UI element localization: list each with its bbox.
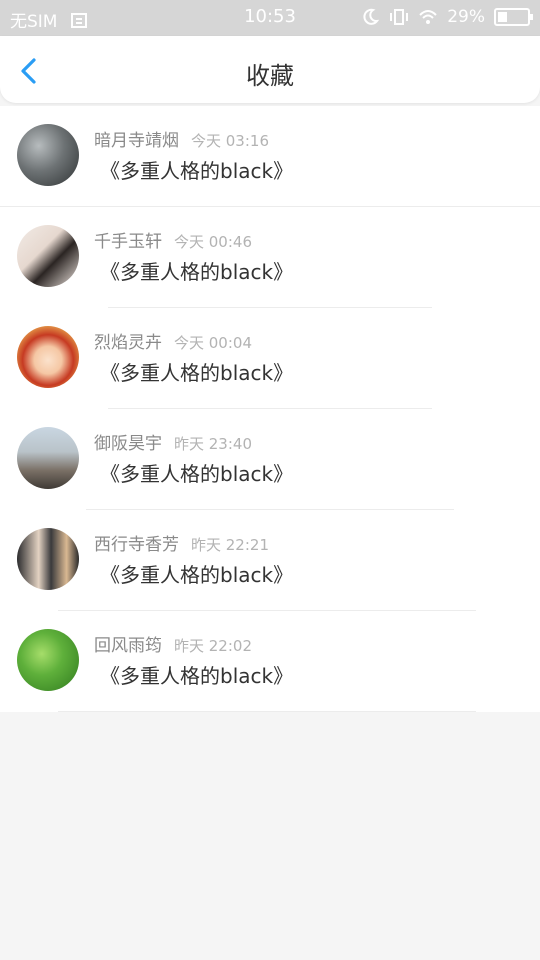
divider: [58, 711, 476, 712]
timestamp: 今天 00:46: [174, 233, 252, 251]
list-item[interactable]: 千手玉轩 今天 00:46 《多重人格的black》: [0, 207, 540, 308]
list-item[interactable]: 西行寺香芳 昨天 22:21 《多重人格的black》: [0, 510, 540, 611]
list-item[interactable]: 回风雨筠 昨天 22:02 《多重人格的black》: [0, 611, 540, 712]
timestamp: 今天 00:04: [174, 334, 252, 352]
timestamp: 今天 03:16: [191, 132, 269, 150]
avatar[interactable]: [17, 427, 79, 489]
nav-bar: 收藏: [0, 36, 540, 103]
battery-icon: [494, 8, 533, 26]
avatar[interactable]: [17, 225, 79, 287]
user-name[interactable]: 暗月寺靖烟: [94, 131, 179, 151]
list-item[interactable]: 烈焰灵卉 今天 00:04 《多重人格的black》: [0, 308, 540, 409]
user-name[interactable]: 西行寺香芳: [94, 535, 179, 555]
user-name[interactable]: 回风雨筠: [94, 636, 162, 656]
timestamp: 昨天 22:02: [174, 637, 252, 655]
timestamp: 昨天 23:40: [174, 435, 252, 453]
favorite-title[interactable]: 《多重人格的black》: [100, 256, 293, 285]
list-item[interactable]: 暗月寺靖烟 今天 03:16 《多重人格的black》: [0, 106, 540, 207]
avatar[interactable]: [17, 124, 79, 186]
favorite-title[interactable]: 《多重人格的black》: [100, 458, 293, 487]
favorite-title[interactable]: 《多重人格的black》: [100, 155, 293, 184]
favorite-title[interactable]: 《多重人格的black》: [100, 660, 293, 689]
list-item[interactable]: 御阪昊宇 昨天 23:40 《多重人格的black》: [0, 409, 540, 510]
moon-icon: [363, 8, 380, 25]
status-bar: 无SIM 10:53 29%: [0, 0, 540, 36]
avatar[interactable]: [17, 629, 79, 691]
favorite-title[interactable]: 《多重人格的black》: [100, 357, 293, 386]
avatar[interactable]: [17, 528, 79, 590]
battery-percent: 29%: [447, 7, 485, 27]
vibrate-icon: [390, 9, 409, 25]
user-name[interactable]: 御阪昊宇: [94, 434, 162, 454]
user-name[interactable]: 烈焰灵卉: [94, 333, 162, 353]
favorite-title[interactable]: 《多重人格的black》: [100, 559, 293, 588]
page-title: 收藏: [246, 62, 294, 90]
favorites-list: 暗月寺靖烟 今天 03:16 《多重人格的black》 千手玉轩 今天 00:46 …: [0, 106, 540, 712]
avatar[interactable]: [17, 326, 79, 388]
timestamp: 昨天 22:21: [191, 536, 269, 554]
wifi-icon: [419, 10, 437, 24]
user-name[interactable]: 千手玉轩: [94, 232, 162, 252]
